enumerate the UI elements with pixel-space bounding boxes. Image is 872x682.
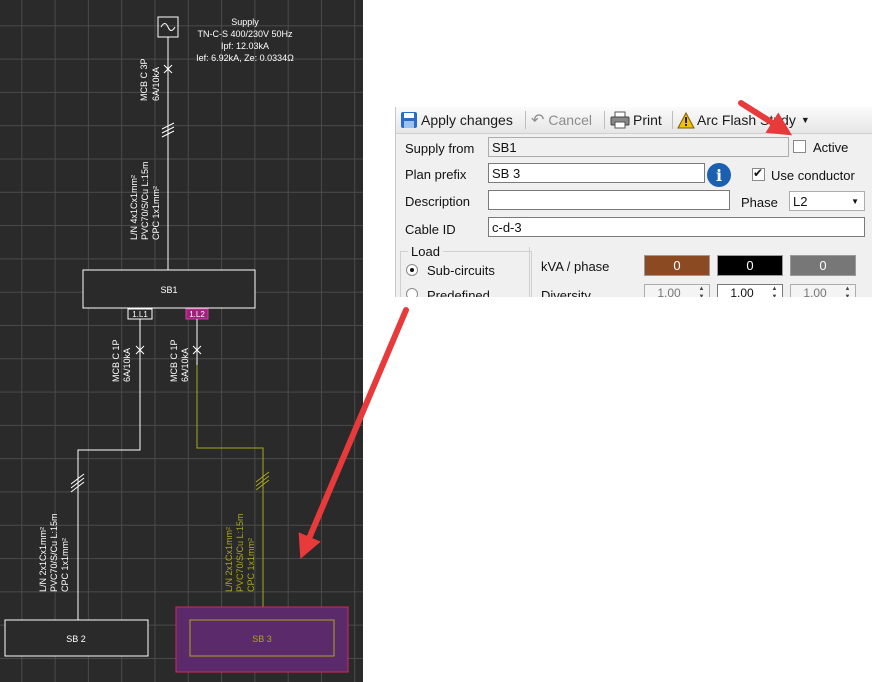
annotation-arrow-sb3 — [298, 307, 409, 560]
annotation-overlay — [298, 100, 793, 560]
annotation-arrow-active — [738, 100, 793, 136]
